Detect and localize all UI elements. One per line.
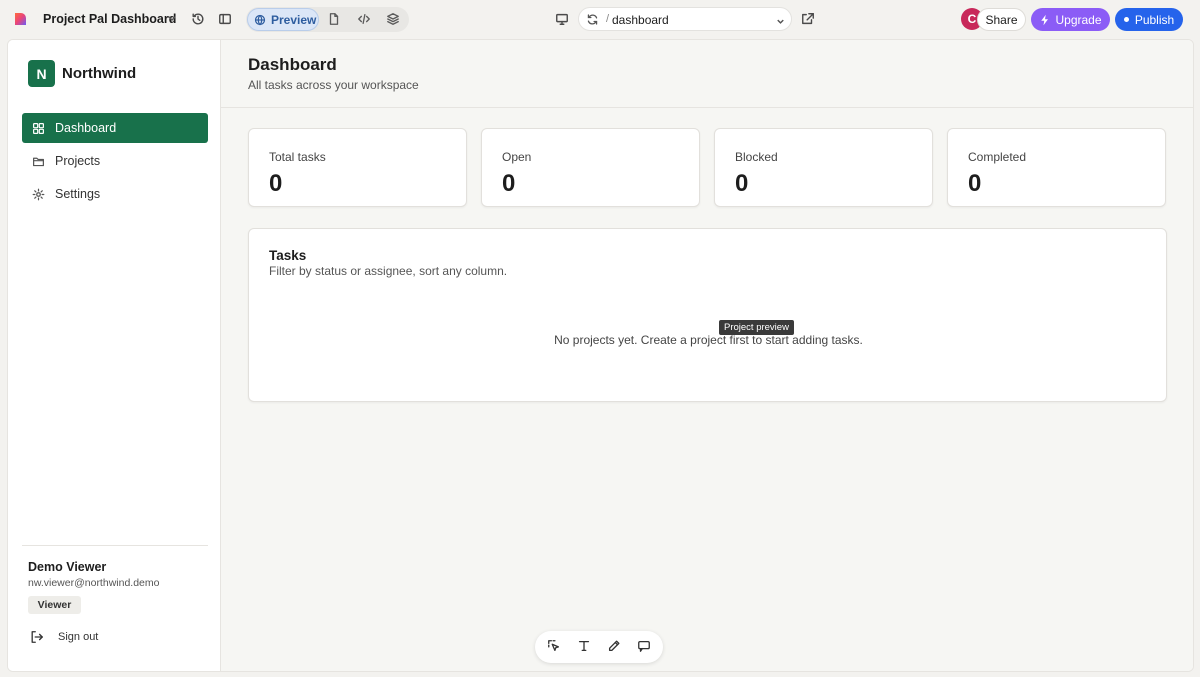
sign-out-icon [31, 631, 43, 643]
sidebar-toggle-icon[interactable] [216, 10, 234, 28]
chevron-down-icon[interactable] [775, 14, 786, 25]
stat-value: 0 [968, 170, 982, 197]
layers-icon[interactable] [386, 12, 400, 26]
tasks-empty-message: No projects yet. Create a project first … [554, 333, 863, 347]
url-path[interactable]: dashboard [612, 13, 669, 27]
refresh-icon[interactable] [586, 13, 599, 26]
upgrade-button[interactable]: Upgrade [1031, 8, 1110, 31]
sidebar-item-projects[interactable]: Projects [22, 146, 208, 176]
publish-button[interactable]: Publish [1115, 8, 1183, 31]
share-button[interactable]: Share [977, 8, 1026, 31]
chevron-down-icon[interactable] [166, 12, 178, 26]
stat-card-blocked: Blocked 0 [714, 128, 933, 207]
user-name: Demo Viewer [28, 560, 107, 574]
sidebar-divider [22, 545, 208, 546]
text-icon[interactable] [577, 639, 593, 655]
preview-tab[interactable]: Preview [247, 8, 319, 31]
status-dot-icon [1123, 17, 1129, 22]
comment-icon[interactable] [637, 639, 653, 655]
publish-label: Publish [1134, 12, 1175, 27]
code-icon[interactable] [357, 12, 371, 26]
desktop-icon[interactable] [553, 10, 571, 28]
app-toolbar: Project Pal Dashboard Preview / dashboar… [0, 0, 1200, 38]
grid-icon [33, 122, 44, 134]
select-icon[interactable] [547, 639, 563, 655]
stat-card-total: Total tasks 0 [248, 128, 467, 207]
file-icon[interactable] [327, 12, 341, 26]
history-icon[interactable] [189, 10, 207, 28]
role-badge: Viewer [28, 596, 81, 614]
sidebar-item-settings[interactable]: Settings [22, 179, 208, 209]
main-content: Dashboard All tasks across your workspac… [221, 40, 1193, 671]
stat-value: 0 [269, 170, 283, 197]
pencil-icon[interactable] [607, 639, 623, 655]
sidebar-item-label: Dashboard [55, 121, 117, 135]
sign-out-label: Sign out [58, 631, 99, 643]
brand-name: Northwind [62, 65, 137, 82]
sidebar: N Northwind Dashboard Projects Settings … [8, 40, 221, 671]
app-logo-icon[interactable] [12, 11, 28, 27]
upgrade-label: Upgrade [1055, 12, 1102, 27]
preview-frame: N Northwind Dashboard Projects Settings … [7, 39, 1194, 672]
stat-value: 0 [735, 170, 749, 197]
brand-logo: N [28, 60, 55, 87]
project-name[interactable]: Project Pal Dashboard [43, 12, 176, 26]
view-mode-switcher: Preview [246, 7, 409, 32]
stat-label: Completed [968, 150, 1027, 164]
stat-card-completed: Completed 0 [947, 128, 1166, 207]
folder-icon [33, 157, 44, 166]
external-link-icon[interactable] [799, 10, 817, 28]
page-title: Dashboard [248, 55, 337, 74]
tasks-title: Tasks [269, 248, 307, 263]
lightning-icon [1041, 14, 1049, 25]
tasks-card: Tasks Filter by status or assignee, sort… [248, 228, 1167, 402]
globe-icon [254, 14, 266, 25]
sign-out-button[interactable]: Sign out [30, 630, 98, 644]
preview-tab-label: Preview [271, 12, 317, 27]
url-bar[interactable]: / dashboard [578, 7, 792, 31]
tasks-subtitle: Filter by status or assignee, sort any c… [269, 264, 508, 278]
sidebar-item-dashboard[interactable]: Dashboard [22, 113, 208, 143]
user-email: nw.viewer@northwind.demo [28, 577, 160, 589]
preview-tooltip: Project preview [719, 320, 794, 335]
stat-card-open: Open 0 [481, 128, 700, 207]
sidebar-item-label: Settings [55, 187, 101, 201]
gear-icon [32, 188, 45, 200]
stat-label: Blocked [735, 150, 778, 164]
edit-tool-dock [535, 631, 663, 663]
sidebar-item-label: Projects [55, 154, 101, 168]
stat-value: 0 [502, 170, 516, 197]
stat-label: Open [502, 150, 532, 164]
page-header: Dashboard All tasks across your workspac… [221, 40, 1193, 108]
page-subtitle: All tasks across your workspace [248, 78, 419, 92]
url-slash: / [606, 13, 610, 25]
stat-label: Total tasks [269, 150, 326, 164]
